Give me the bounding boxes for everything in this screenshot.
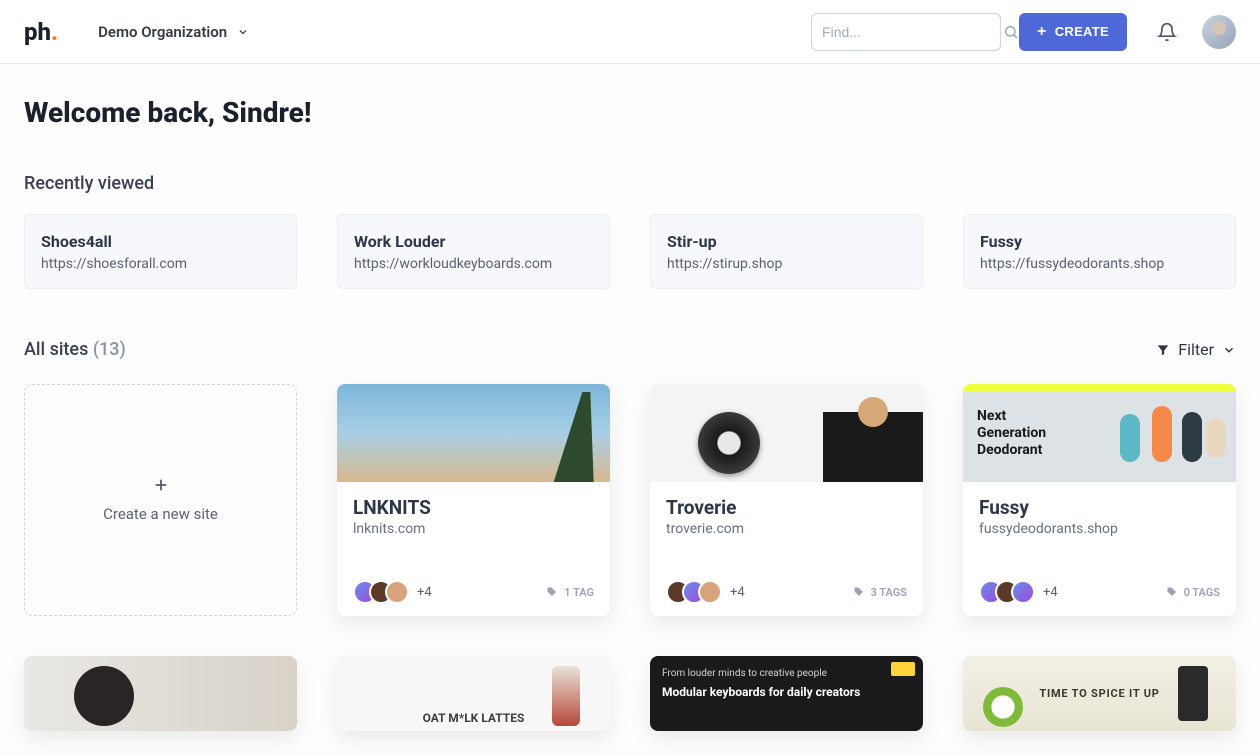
tags-label: 0 TAGS: [1184, 586, 1220, 599]
member-avatars: +4: [666, 580, 745, 604]
search-icon: [1003, 24, 1019, 40]
avatar: [385, 580, 409, 604]
logo-text: ph: [24, 18, 51, 46]
recent-card-title: Work Louder: [354, 231, 593, 253]
members-more: +4: [1043, 585, 1058, 600]
all-sites-label: All sites: [24, 339, 88, 360]
site-url: troverie.com: [666, 521, 907, 537]
main-content: Welcome back, Sindre! Recently viewed Sh…: [0, 64, 1260, 755]
members-more: +4: [417, 585, 432, 600]
filter-button[interactable]: Filter: [1156, 340, 1236, 359]
site-card[interactable]: OAT M*LK LATTES: [337, 656, 610, 731]
thumb-text: Next Generation Deodorant: [963, 408, 1073, 458]
filter-label: Filter: [1178, 340, 1214, 359]
thumb-text: TIME TO SPICE IT UP: [1039, 687, 1159, 700]
recent-card[interactable]: Fussy https://fussydeodorants.shop: [963, 214, 1236, 289]
recent-card[interactable]: Stir-up https://stirup.shop: [650, 214, 923, 289]
badge: [891, 662, 915, 676]
plus-icon: +: [1037, 24, 1047, 40]
org-name: Demo Organization: [98, 23, 227, 41]
chevron-down-icon: [237, 26, 249, 38]
all-sites-bar: All sites (13) Filter: [24, 339, 1236, 360]
create-site-label: Create a new site: [103, 505, 218, 523]
tag-icon: [546, 586, 558, 598]
sites-grid-row2: OAT M*LK LATTES From louder minds to cre…: [24, 656, 1236, 731]
tags-badge: 3 TAGS: [853, 586, 907, 599]
welcome-heading: Welcome back, Sindre!: [24, 96, 1236, 129]
search-box[interactable]: [811, 13, 1001, 51]
thumb-text: From louder minds to creative people: [662, 668, 911, 679]
logo[interactable]: ph.: [24, 18, 58, 46]
thumb-text: OAT M*LK LATTES: [423, 711, 525, 731]
members-more: +4: [730, 585, 745, 600]
create-site-card[interactable]: Create a new site: [24, 384, 297, 616]
recent-card-url: https://shoesforall.com: [41, 256, 280, 272]
avatar: [1011, 580, 1035, 604]
search-input[interactable]: [822, 24, 1003, 40]
create-button[interactable]: + CREATE: [1019, 13, 1127, 51]
tag-icon: [1166, 586, 1178, 598]
tags-label: 1 TAG: [564, 586, 594, 599]
site-card[interactable]: LNKNITS lnknits.com +4 1 TAG: [337, 384, 610, 616]
recently-viewed-row: Shoes4all https://shoesforall.com Work L…: [24, 214, 1236, 289]
recently-viewed-title: Recently viewed: [24, 173, 1236, 194]
recent-card[interactable]: Work Louder https://workloudkeyboards.co…: [337, 214, 610, 289]
all-sites-title: All sites (13): [24, 339, 126, 360]
member-avatars: +4: [353, 580, 432, 604]
recent-card-url: https://fussydeodorants.shop: [980, 256, 1219, 272]
app-header: ph. Demo Organization + CREATE: [0, 0, 1260, 64]
thumb-text: Modular keyboards for daily creators: [662, 685, 911, 699]
site-card[interactable]: TIME TO SPICE IT UP: [963, 656, 1236, 731]
plus-icon: [153, 477, 169, 493]
create-label: CREATE: [1055, 24, 1109, 39]
site-card[interactable]: From louder minds to creative people Mod…: [650, 656, 923, 731]
site-card[interactable]: Next Generation Deodorant Fussy fussydeo…: [963, 384, 1236, 616]
site-url: fussydeodorants.shop: [979, 521, 1220, 537]
tags-label: 3 TAGS: [871, 586, 907, 599]
site-name: Troverie: [666, 496, 907, 519]
tag-icon: [853, 586, 865, 598]
site-url: lnknits.com: [353, 521, 594, 537]
recent-card-url: https://stirup.shop: [667, 256, 906, 272]
site-name: LNKNITS: [353, 496, 594, 519]
user-avatar[interactable]: [1202, 15, 1236, 49]
sites-grid: Create a new site LNKNITS lnknits.com +4: [24, 384, 1236, 616]
all-sites-count: (13): [93, 339, 126, 360]
recent-card[interactable]: Shoes4all https://shoesforall.com: [24, 214, 297, 289]
filter-icon: [1156, 343, 1170, 357]
site-card[interactable]: [24, 656, 297, 731]
member-avatars: +4: [979, 580, 1058, 604]
recent-card-title: Shoes4all: [41, 231, 280, 253]
site-card[interactable]: Troverie troverie.com +4 3 TAGS: [650, 384, 923, 616]
site-name: Fussy: [979, 496, 1220, 519]
chevron-down-icon: [1222, 343, 1236, 357]
recent-card-title: Stir-up: [667, 231, 906, 253]
site-thumbnail: Next Generation Deodorant: [963, 384, 1236, 482]
logo-dot: .: [51, 18, 58, 46]
site-thumbnail: [337, 384, 610, 482]
org-switcher[interactable]: Demo Organization: [98, 23, 249, 41]
notifications-bell-icon[interactable]: [1157, 22, 1177, 42]
tags-badge: 0 TAGS: [1166, 586, 1220, 599]
recent-card-title: Fussy: [980, 231, 1219, 253]
recent-card-url: https://workloudkeyboards.com: [354, 256, 593, 272]
avatar: [698, 580, 722, 604]
site-thumbnail: [650, 384, 923, 482]
tags-badge: 1 TAG: [546, 586, 594, 599]
